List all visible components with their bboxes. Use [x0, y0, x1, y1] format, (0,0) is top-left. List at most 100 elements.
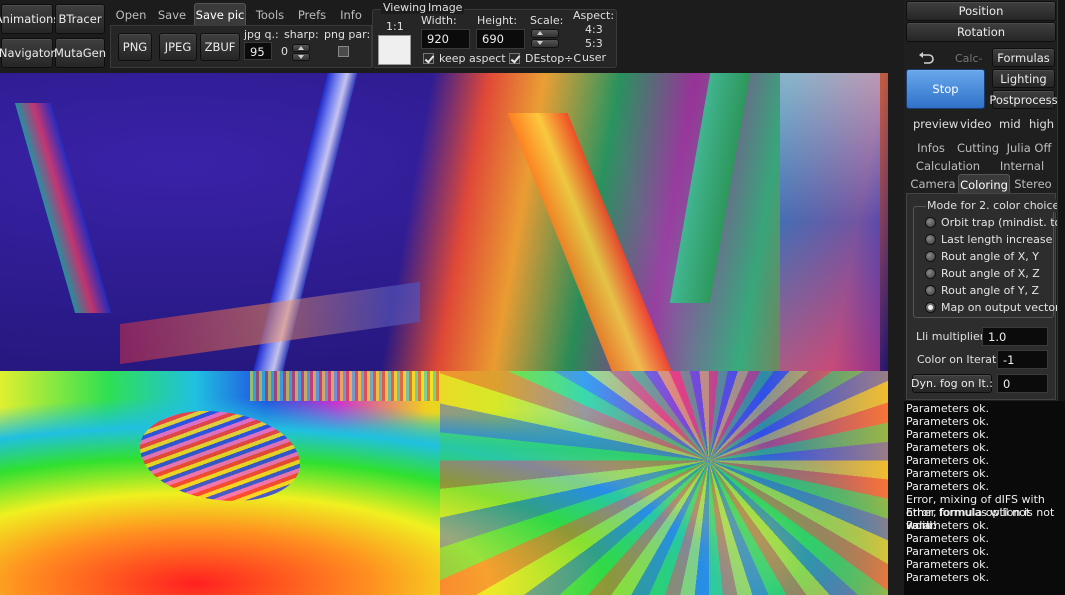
tab-stereo[interactable]: Stereo: [1010, 175, 1056, 193]
jpg-quality-value: 95: [250, 45, 265, 59]
navigator-button[interactable]: Navigator: [0, 38, 56, 68]
render-streak-5: [780, 73, 880, 371]
panel-scrollbar[interactable]: [1057, 0, 1065, 401]
tab-stereo-label: Stereo: [1014, 177, 1052, 191]
tab-camera[interactable]: Camera: [908, 175, 958, 193]
scale-up-spinner[interactable]: [531, 29, 559, 38]
tab-save-pic[interactable]: Save pic: [194, 3, 246, 25]
render-canvas[interactable]: [0, 73, 888, 595]
dyn-fog-value: 0: [1003, 377, 1011, 391]
tab-save[interactable]: Save: [152, 5, 192, 25]
radio-rout-yz[interactable]: [925, 285, 936, 296]
color-on-iterat-field[interactable]: -1: [997, 350, 1048, 369]
formulas-button[interactable]: Formulas: [992, 48, 1055, 67]
log-line: Parameters ok.: [906, 454, 990, 467]
render-texture-1: [140, 411, 300, 501]
log-line: Parameters ok.: [906, 545, 990, 558]
height-field[interactable]: 690: [476, 29, 525, 49]
tab-cutting-label: Cutting: [956, 140, 1000, 155]
tab-julia-off[interactable]: Julia Off: [1004, 139, 1054, 156]
render-streak-3: [507, 113, 673, 373]
height-label: Height:: [477, 14, 518, 27]
postprocess-label: Postprocess: [989, 92, 1058, 107]
radio-rout-xy[interactable]: [925, 251, 936, 262]
png-par-checkbox[interactable]: [338, 46, 349, 57]
dyn-fog-button[interactable]: Dyn. fog on It.:: [911, 374, 993, 393]
tab-prefs[interactable]: Prefs: [292, 5, 332, 25]
tab-camera-label: Camera: [910, 177, 956, 191]
height-value: 690: [482, 32, 504, 46]
sharp-up-spinner[interactable]: [292, 44, 310, 52]
coloring-page: Mode for 2. color choice: Orbit trap (mi…: [906, 193, 1065, 400]
quality-high[interactable]: high: [1029, 117, 1054, 131]
scale-down-spinner[interactable]: [531, 39, 559, 48]
log-line: Parameters ok.: [906, 571, 990, 584]
jpeg-button[interactable]: JPEG: [159, 33, 197, 61]
stop-button[interactable]: Stop: [906, 69, 985, 109]
position-button[interactable]: Position: [906, 1, 1056, 21]
calc-label[interactable]: Calc-: [955, 52, 983, 65]
rotation-button[interactable]: Rotation: [906, 22, 1056, 42]
mutagen-button[interactable]: MutaGen: [54, 38, 106, 68]
formulas-label: Formulas: [997, 50, 1050, 65]
aspect-label: Aspect:: [573, 9, 615, 22]
aspect-option-5-3[interactable]: 5:3: [585, 37, 603, 50]
radio-rout-xz[interactable]: [925, 268, 936, 279]
aspect-option-4-3[interactable]: 4:3: [585, 23, 603, 36]
log-panel[interactable]: Parameters ok. Parameters ok. Parameters o…: [904, 401, 1065, 595]
btracer-button[interactable]: BTracer: [55, 4, 105, 34]
viewing-label: Viewing: [381, 1, 429, 14]
tab-open-label: Open: [115, 8, 147, 22]
log-line: Parameters ok.: [906, 467, 990, 480]
tab-tools-label: Tools: [255, 8, 285, 22]
destop-checkbox[interactable]: [509, 53, 520, 64]
animations-button[interactable]: Animations: [0, 4, 59, 34]
right-panel: Position Rotation Calc- Formulas Stop Li…: [904, 0, 1065, 401]
tab-internal[interactable]: Internal: [990, 157, 1054, 174]
tab-tools[interactable]: Tools: [248, 5, 292, 25]
sharp-down-spinner[interactable]: [292, 53, 310, 61]
image-label: Image: [426, 1, 465, 14]
ratio-swatch[interactable]: [378, 35, 411, 65]
radio-map-output-label: Map on output vector: [941, 301, 1060, 314]
tab-open[interactable]: Open: [110, 5, 152, 25]
radio-orbit-trap[interactable]: [925, 217, 936, 228]
tab-infos[interactable]: Infos: [908, 139, 954, 156]
radio-orbit-trap-label: Orbit trap (mindist. to 0): [941, 216, 1065, 229]
render-streak-2: [14, 103, 112, 313]
dyn-fog-label: Dyn. fog on It.:: [911, 377, 993, 390]
tab-coloring[interactable]: Coloring: [958, 174, 1010, 194]
log-list: Parameters ok. Parameters ok. Parameters o…: [906, 402, 1063, 584]
jpg-quality-field[interactable]: 95: [244, 42, 272, 60]
lli-multiplier-field[interactable]: 1.0: [982, 327, 1048, 346]
log-line: Parameters ok.: [906, 428, 990, 441]
radio-last-length[interactable]: [925, 234, 936, 245]
viewing-image-panel: Viewing Image 1:1 Width: 920 Height: 690…: [372, 1, 617, 68]
lli-multiplier-value: 1.0: [988, 330, 1007, 344]
undo-icon[interactable]: [918, 51, 934, 65]
btracer-label: BTracer: [58, 12, 102, 26]
log-line: Parameters ok.: [906, 480, 990, 493]
aspect-option-user[interactable]: user: [582, 51, 606, 64]
navigator-label: Navigator: [0, 46, 56, 60]
width-label: Width:: [421, 14, 457, 27]
mode-title: Mode for 2. color choice:: [926, 199, 1064, 212]
quality-preview[interactable]: preview: [913, 117, 958, 131]
tab-cutting[interactable]: Cutting: [954, 139, 1002, 156]
render-upper: [0, 73, 888, 373]
tab-calculation[interactable]: Calculation: [908, 157, 988, 174]
quality-mid[interactable]: mid: [999, 117, 1021, 131]
keep-aspect-checkbox[interactable]: [423, 53, 434, 64]
png-button[interactable]: PNG: [118, 33, 152, 61]
lighting-button[interactable]: Lighting: [992, 69, 1055, 88]
sharp-value: 0: [281, 45, 288, 58]
width-field[interactable]: 920: [421, 29, 470, 49]
zbuf-button[interactable]: ZBUF: [200, 33, 240, 61]
radio-map-output[interactable]: [925, 302, 936, 313]
quality-video[interactable]: video: [960, 117, 991, 131]
postprocess-button[interactable]: Postprocess: [989, 90, 1058, 109]
dyn-fog-field[interactable]: 0: [997, 374, 1048, 393]
tab-info[interactable]: Info: [334, 5, 368, 25]
keep-aspect-label: keep aspect: [439, 52, 506, 65]
color-on-iterat-label: Color on Iterat.:: [917, 353, 1004, 366]
